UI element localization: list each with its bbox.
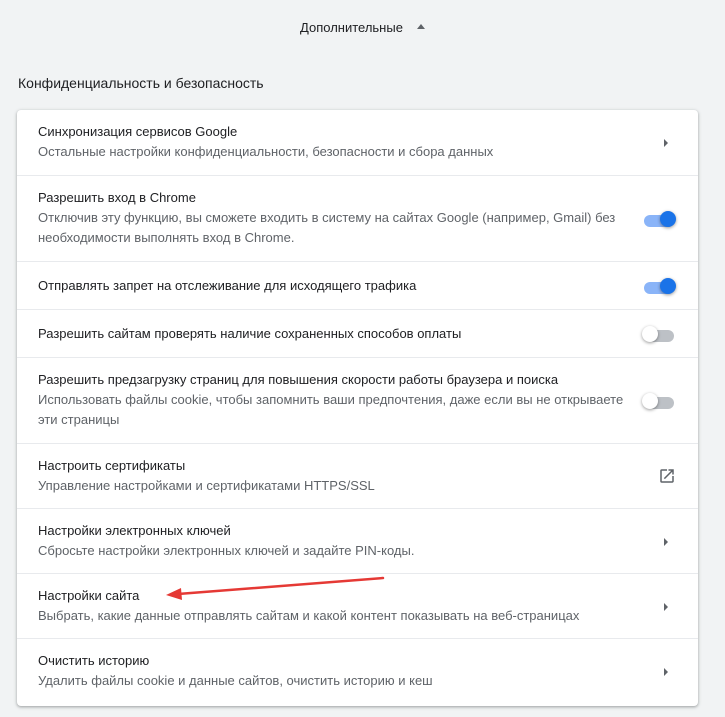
row-manage-certificates[interactable]: Настроить сертификаты Управление настрой… <box>17 443 698 508</box>
toggle-knob <box>642 393 658 409</box>
toggle-knob <box>642 326 658 342</box>
row-title: Синхронизация сервисов Google <box>38 124 238 139</box>
advanced-section-toggle[interactable]: Дополнительные <box>0 14 725 40</box>
chevron-right-icon[interactable] <box>664 538 668 546</box>
preload-pages-toggle[interactable] <box>642 391 676 411</box>
row-subtitle: Использовать файлы cookie, чтобы запомни… <box>38 392 624 427</box>
row-title: Настройки электронных ключей <box>38 523 231 538</box>
do-not-track-toggle[interactable] <box>642 276 676 296</box>
row-google-sync[interactable]: Синхронизация сервисов Google Остальные … <box>17 110 698 175</box>
payment-methods-toggle[interactable] <box>642 324 676 344</box>
toggle-knob <box>660 211 676 227</box>
allow-signin-toggle[interactable] <box>642 209 676 229</box>
row-title: Настроить сертификаты <box>38 458 186 473</box>
row-title: Очистить историю <box>38 653 150 668</box>
row-title: Разрешить сайтам проверять наличие сохра… <box>38 326 462 341</box>
chevron-right-icon[interactable] <box>664 668 668 676</box>
row-site-settings[interactable]: Настройки сайта Выбрать, какие данные от… <box>17 573 698 638</box>
chevron-right-icon[interactable] <box>664 603 668 611</box>
caret-up-icon <box>416 23 425 29</box>
row-subtitle: Управление настройками и сертификатами H… <box>38 478 375 493</box>
advanced-label: Дополнительные <box>300 19 403 35</box>
row-allow-chrome-signin[interactable]: Разрешить вход в Chrome Отключив эту фун… <box>17 175 698 261</box>
row-subtitle: Удалить файлы cookie и данные сайтов, оч… <box>38 673 433 688</box>
row-subtitle: Сбросьте настройки электронных ключей и … <box>38 543 415 558</box>
row-subtitle: Остальные настройки конфиденциальности, … <box>38 144 494 159</box>
row-clear-browsing-data[interactable]: Очистить историю Удалить файлы cookie и … <box>17 638 698 706</box>
row-do-not-track[interactable]: Отправлять запрет на отслеживание для ис… <box>17 261 698 309</box>
settings-page: Дополнительные Конфиденциальность и безо… <box>0 0 725 717</box>
chevron-right-icon[interactable] <box>664 139 668 147</box>
row-title: Настройки сайта <box>38 588 140 603</box>
toggle-knob <box>660 278 676 294</box>
row-title: Отправлять запрет на отслеживание для ис… <box>38 278 417 293</box>
open-in-new-icon[interactable] <box>658 467 676 485</box>
row-subtitle: Отключив эту функцию, вы сможете входить… <box>38 210 616 245</box>
row-security-keys[interactable]: Настройки электронных ключей Сбросьте на… <box>17 508 698 573</box>
row-title: Разрешить предзагрузку страниц для повыш… <box>38 372 559 387</box>
row-payment-methods[interactable]: Разрешить сайтам проверять наличие сохра… <box>17 309 698 357</box>
privacy-security-card: Синхронизация сервисов Google Остальные … <box>17 110 698 706</box>
row-subtitle: Выбрать, какие данные отправлять сайтам … <box>38 608 580 623</box>
section-title: Конфиденциальность и безопасность <box>18 75 264 91</box>
row-title: Разрешить вход в Chrome <box>38 190 196 205</box>
row-preload-pages[interactable]: Разрешить предзагрузку страниц для повыш… <box>17 357 698 443</box>
